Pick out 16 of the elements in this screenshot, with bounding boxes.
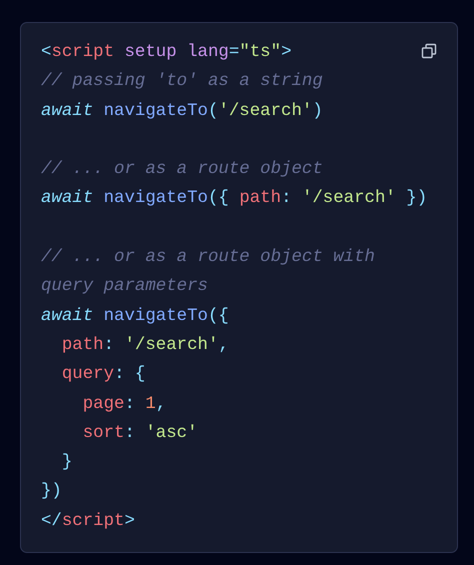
code-line: await navigateTo({ path: '/search' }) [41, 188, 428, 210]
code-line: page: 1, [82, 394, 166, 416]
code-comment: // ... or as a route object with [41, 247, 375, 270]
code-line: <script setup lang="ts"> [41, 42, 292, 64]
code-line: sort: 'asc' [82, 422, 198, 445]
code-comment: // passing 'to' as a string [41, 71, 323, 94]
code-line: await navigateTo('/search') [41, 100, 323, 123]
code-comment: // ... or as a route object [41, 159, 323, 182]
copy-icon[interactable] [421, 43, 437, 59]
code-line: await navigateTo({ [41, 306, 229, 328]
code-line: }) [41, 481, 62, 504]
code-comment: query parameters [41, 276, 208, 298]
code-line: </script> [41, 510, 135, 533]
code-line: query: { [60, 364, 146, 386]
code-line: } [60, 452, 72, 474]
code-line: path: '/search', [60, 334, 229, 357]
